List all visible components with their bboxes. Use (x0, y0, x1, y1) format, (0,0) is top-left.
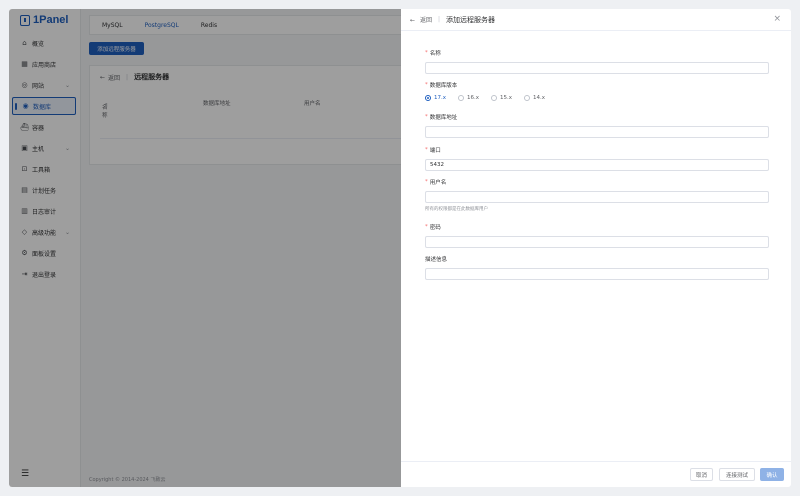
add-server-drawer: ← 返回 | 添加远程服务器 × * 名称 * 数据库版本 17.x 16.x … (401, 9, 791, 487)
required-mark: * (425, 147, 428, 153)
radio-version-16[interactable]: 16.x (458, 95, 479, 101)
radio-dot (491, 95, 498, 101)
username-hint: 所有的权限都是在此数据库用户 (425, 207, 488, 212)
cancel-button[interactable]: 取消 (690, 468, 713, 481)
radio-dot (458, 95, 465, 101)
required-mark: * (425, 179, 428, 185)
required-mark: * (425, 82, 428, 88)
drawer-footer: 取消 连接测试 确认 (401, 461, 791, 487)
field-version: * 数据库版本 17.x 16.x 15.x 14.x (425, 81, 769, 101)
radio-version-14[interactable]: 14.x (524, 95, 545, 101)
arrow-left-icon: ← (410, 17, 416, 24)
drawer-title: 添加远程服务器 (446, 15, 495, 24)
field-port: * 端口 5432 (425, 146, 769, 171)
required-mark: * (425, 114, 428, 120)
confirm-button[interactable]: 确认 (760, 468, 784, 481)
password-input[interactable] (425, 236, 769, 248)
field-label: * 密码 (425, 224, 441, 231)
field-label: * 名称 (425, 50, 441, 57)
name-input[interactable] (425, 62, 769, 74)
port-input[interactable]: 5432 (425, 159, 769, 171)
field-username: * 用户名 所有的权限都是在此数据库用户 (425, 178, 769, 212)
radio-dot (425, 95, 431, 101)
field-label: * 数据库地址 (425, 114, 458, 121)
close-icon[interactable]: × (773, 15, 781, 24)
app-window: 1Panel ⌂ 概览 ▦ 应用商店 ◎ 网站 ⌄ ◉ 数据库 ⛴ 容器 ▣ 主… (9, 9, 791, 487)
modal-overlay[interactable] (9, 9, 401, 487)
radio-version-15[interactable]: 15.x (491, 95, 512, 101)
username-input[interactable] (425, 191, 769, 203)
radio-version-17[interactable]: 17.x (425, 95, 446, 101)
description-input[interactable] (425, 268, 769, 280)
radio-dot (524, 95, 531, 101)
required-mark: * (425, 50, 428, 56)
drawer-back-link[interactable]: ← 返回 (410, 15, 432, 24)
field-password: * 密码 (425, 223, 769, 248)
field-description: 描述信息 (425, 255, 769, 280)
test-connection-button[interactable]: 连接测试 (719, 468, 755, 481)
drawer-back-label: 返回 (419, 17, 432, 24)
drawer-header: ← 返回 | 添加远程服务器 × (401, 9, 791, 31)
field-label: * 数据库版本 (425, 82, 458, 89)
divider: | (437, 16, 440, 23)
field-address: * 数据库地址 (425, 113, 769, 138)
required-mark: * (425, 224, 428, 230)
address-input[interactable] (425, 126, 769, 138)
version-radio-group: 17.x 16.x 15.x 14.x (425, 95, 769, 101)
field-label: * 端口 (425, 147, 441, 154)
field-label: 描述信息 (425, 257, 448, 263)
field-label: * 用户名 (425, 179, 447, 186)
field-name: * 名称 (425, 49, 769, 74)
